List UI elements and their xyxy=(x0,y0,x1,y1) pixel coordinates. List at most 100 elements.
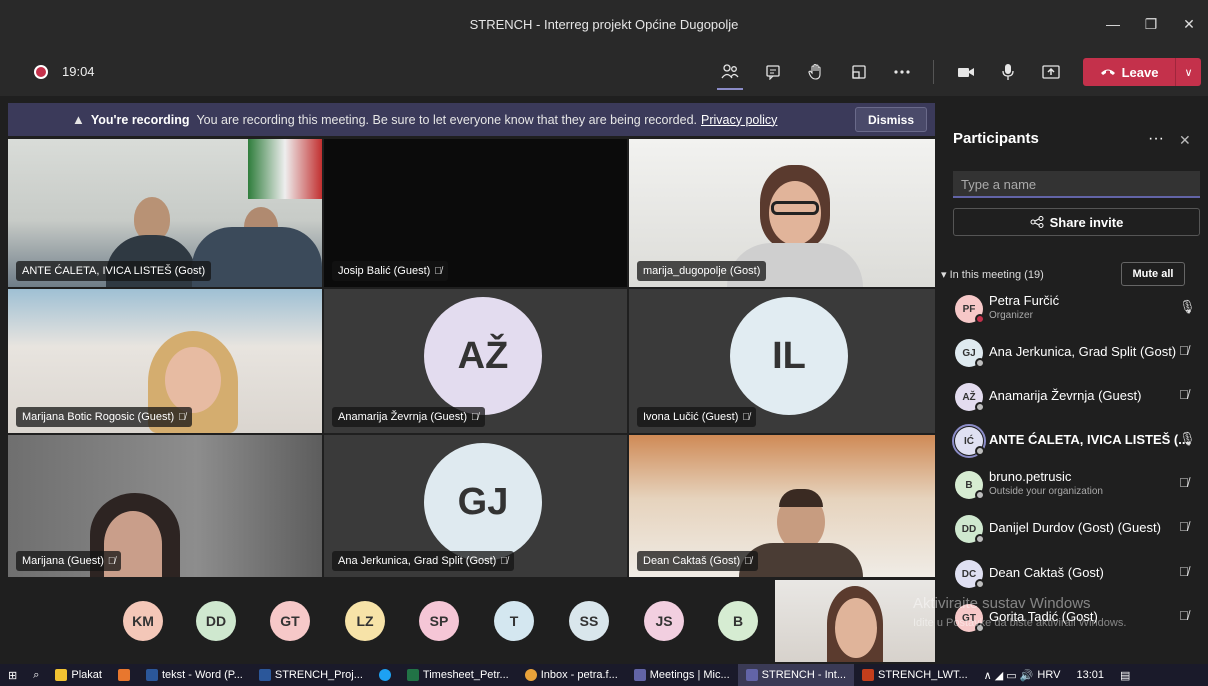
mic-off-icon: 🎙̸ xyxy=(471,411,479,423)
participant-row[interactable]: AŽ Anamarija Ževrnja (Guest) 🎙̸ xyxy=(953,379,1203,415)
mic-off-icon: 🎙̸ xyxy=(500,555,508,567)
tray-icons: ∧ ◢ ▭ 🔊 xyxy=(983,669,1034,682)
rooms-icon[interactable] xyxy=(846,60,872,84)
taskbar-item[interactable]: STRENCH_LWT... xyxy=(854,664,976,686)
taskbar-item[interactable]: Plakat xyxy=(47,664,110,686)
powerpoint-icon xyxy=(862,669,874,681)
teams-icon xyxy=(633,669,646,681)
leave-options-button[interactable]: ∨ xyxy=(1175,58,1201,86)
video-tile[interactable]: Marijana (Guest) 🎙̸ xyxy=(8,435,322,577)
participant-name: Dean Caktaš (Gost) xyxy=(989,565,1104,580)
participant-row[interactable]: IĆ ANTE ĆALETA, IVICA LISTEŠ (... 🎙 xyxy=(952,423,1203,459)
leave-button[interactable]: Leave xyxy=(1083,58,1175,86)
camera-icon[interactable] xyxy=(953,60,979,84)
video-tile[interactable]: Josip Balić (Guest) 🎙̸ xyxy=(324,139,627,287)
notification-button[interactable]: ▤ xyxy=(1112,664,1138,686)
person-head xyxy=(835,598,877,658)
avatar[interactable]: SP xyxy=(419,601,459,641)
taskbar-item[interactable]: Timesheet_Petr... xyxy=(399,664,517,686)
avatar[interactable]: GT xyxy=(270,601,310,641)
system-tray[interactable]: ∧ ◢ ▭ 🔊 HRV xyxy=(976,664,1069,686)
chrome-icon xyxy=(524,669,537,681)
microphone-icon[interactable] xyxy=(995,60,1021,84)
share-invite-button[interactable]: Share invite xyxy=(953,208,1200,236)
taskbar-item[interactable]: STRENCH_Proj... xyxy=(251,664,371,686)
avatar[interactable]: T xyxy=(494,601,534,641)
avatar[interactable]: SS xyxy=(569,601,609,641)
video-tile[interactable]: IL Ivona Lučić (Guest) 🎙̸ xyxy=(629,289,935,433)
video-tile[interactable]: AŽ Anamarija Ževrnja (Guest) 🎙̸ xyxy=(324,289,627,433)
search-button[interactable]: ⌕ xyxy=(25,664,47,686)
app-icon xyxy=(117,669,130,681)
taskbar-item[interactable]: tekst - Word (P... xyxy=(138,664,251,686)
raise-hand-icon[interactable] xyxy=(803,60,829,84)
close-window-button[interactable]: ✕ xyxy=(1170,16,1208,33)
person-hair xyxy=(779,489,823,507)
person-head xyxy=(165,347,221,413)
mic-off-icon: 🎙̸ xyxy=(744,555,752,567)
dismiss-button[interactable]: Dismiss xyxy=(855,107,927,132)
participants-active-indicator xyxy=(717,88,743,90)
participant-name: Anamarija Ževrnja (Guest) xyxy=(989,388,1142,403)
more-actions-icon[interactable] xyxy=(889,60,915,84)
in-meeting-header[interactable]: ▾ In this meeting (19) xyxy=(941,268,1044,281)
avatar: DC xyxy=(955,560,985,589)
taskbar-item[interactable]: STRENCH - Int... xyxy=(737,664,854,686)
avatar[interactable]: KM xyxy=(123,601,163,641)
taskbar-item[interactable]: Meetings | Mic... xyxy=(626,664,738,686)
avatar: PF xyxy=(955,295,985,324)
notification-icon: ▤ xyxy=(1119,669,1131,682)
participant-name: bruno.petrusic xyxy=(989,469,1072,484)
share-screen-icon[interactable] xyxy=(1038,60,1064,84)
mic-off-icon: 🎙̸ xyxy=(434,265,442,277)
participant-row[interactable]: DD Danijel Durdov (Gost) (Guest) 🎙̸ xyxy=(953,511,1203,547)
minimize-button[interactable]: — xyxy=(1094,16,1132,32)
maximize-button[interactable]: ❐ xyxy=(1132,16,1170,33)
self-view-video[interactable] xyxy=(775,580,935,662)
activation-watermark: Aktiviraite sustav Windows xyxy=(913,595,1091,612)
close-icon[interactable]: ✕ xyxy=(1179,132,1191,149)
mic-off-icon: 🎙̸ xyxy=(1179,608,1189,623)
toolbar-separator xyxy=(933,60,934,84)
tile-name-label: Ivona Lučić (Guest) 🎙̸ xyxy=(637,407,756,427)
video-tile[interactable]: GJ Ana Jerkunica, Grad Split (Gost) 🎙̸ xyxy=(324,435,627,577)
share-invite-label: Share invite xyxy=(1049,214,1124,230)
participant-name: Danijel Durdov (Gost) (Guest) xyxy=(989,520,1161,535)
participant-row[interactable]: B bruno.petrusic Outside your organizati… xyxy=(953,467,1203,503)
privacy-policy-link[interactable]: Privacy policy xyxy=(701,113,777,127)
tile-name-label: ANTE ĆALETA, IVICA LISTEŠ (Gost) xyxy=(16,261,212,281)
participants-icon[interactable] xyxy=(717,60,743,84)
video-tile[interactable]: ANTE ĆALETA, IVICA LISTEŠ (Gost) xyxy=(8,139,322,287)
mic-off-icon: 🎙̸ xyxy=(178,411,186,423)
avatar[interactable]: LZ xyxy=(345,601,385,641)
recording-banner-text: You are recording this meeting. Be sure … xyxy=(196,112,697,127)
taskbar-item[interactable] xyxy=(110,664,138,686)
teams-icon xyxy=(745,669,758,681)
tile-name-label: marija_dugopolje (Gost) xyxy=(637,261,767,281)
video-tile[interactable]: Marijana Botic Rogosic (Guest) 🎙̸ xyxy=(8,289,322,433)
mic-off-icon: 🎙̸ xyxy=(107,555,116,567)
chat-icon[interactable] xyxy=(760,60,786,84)
avatar[interactable]: JS xyxy=(644,601,684,641)
avatar: IĆ xyxy=(952,424,986,458)
taskbar-item[interactable] xyxy=(371,664,399,686)
avatar[interactable]: B xyxy=(718,601,758,641)
mic-off-icon: 🎙̸ xyxy=(1179,343,1189,358)
meeting-toolbar: 19:04 Leave ∨ xyxy=(0,48,1208,96)
activation-watermark-sub: Idite u Postavke da biste aktivirali Win… xyxy=(913,617,1127,629)
participant-row[interactable]: DC Dean Caktaš (Gost) 🎙̸ xyxy=(953,556,1203,592)
participant-row[interactable]: PF Petra Furčić Organizer 🎙 xyxy=(953,291,1203,327)
participant-row[interactable]: GJ Ana Jerkunica, Grad Split (Gost) 🎙̸ xyxy=(953,335,1203,371)
clock[interactable]: 13:01 xyxy=(1068,664,1112,686)
recording-banner-title: You're recording xyxy=(90,112,190,127)
start-button[interactable]: ⊞ xyxy=(0,664,25,686)
more-options-icon[interactable]: ··· xyxy=(1148,130,1164,148)
taskbar-item[interactable]: Inbox - petra.f... xyxy=(517,664,626,686)
video-tile[interactable]: marija_dugopolje (Gost) xyxy=(629,139,935,287)
search-input[interactable]: Type a name xyxy=(953,171,1200,198)
microphone-icon: 🎙 xyxy=(1179,299,1196,314)
excel-icon xyxy=(406,669,419,681)
avatar[interactable]: DD xyxy=(196,601,236,641)
video-tile[interactable]: Dean Caktaš (Gost) 🎙̸ xyxy=(629,435,935,577)
mute-all-button[interactable]: Mute all xyxy=(1121,262,1185,286)
